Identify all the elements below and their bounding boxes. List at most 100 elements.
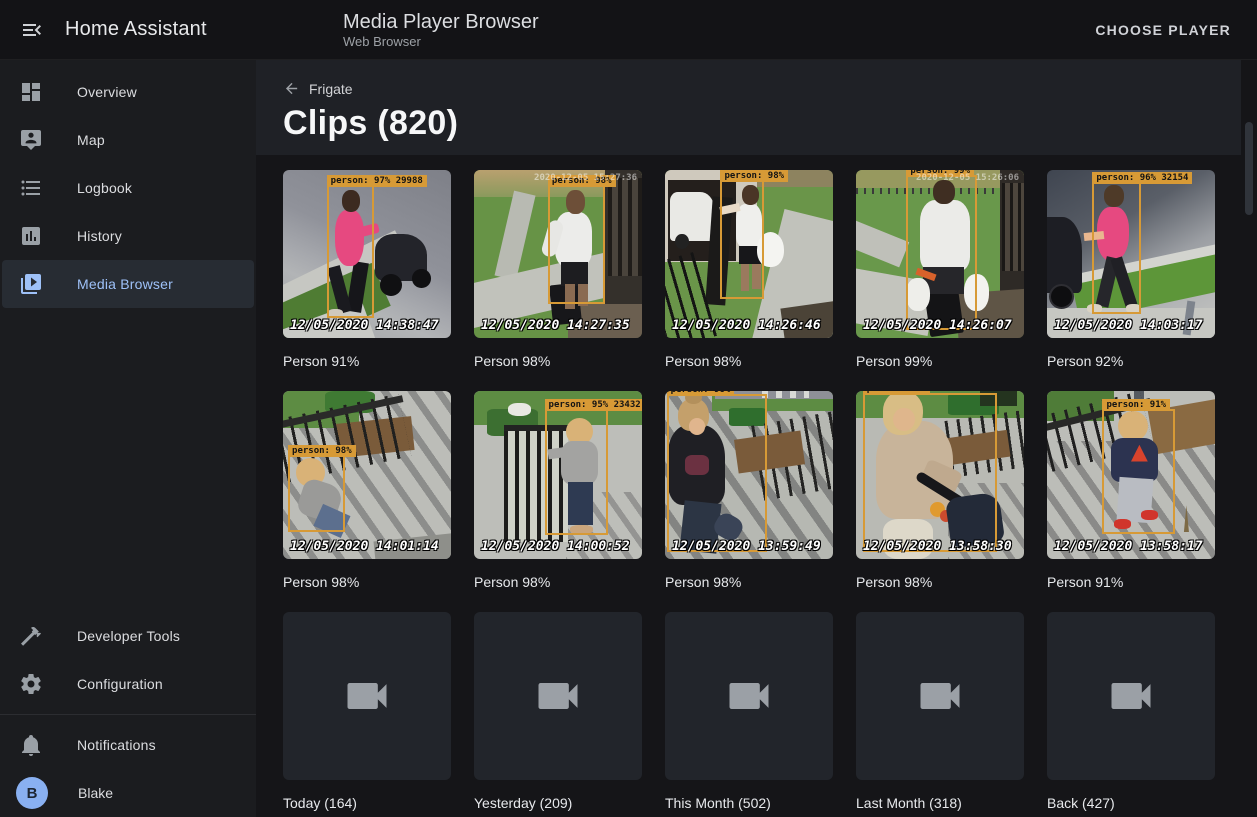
hammer-icon bbox=[19, 624, 43, 648]
detection-box: person: 99% bbox=[906, 175, 977, 330]
detection-label: person: 98% bbox=[720, 170, 788, 182]
folder-caption: Today (164) bbox=[283, 794, 451, 813]
scene-shape bbox=[380, 274, 402, 296]
media-browser-content: Frigate Clips (820) person: 97% 2998812/… bbox=[256, 60, 1257, 817]
scene-shape bbox=[762, 391, 809, 398]
clip-thumbnail[interactable]: person: 98%12/05/2020 13:58:30 bbox=[856, 391, 1024, 559]
clip-thumbnail[interactable]: person: 95% 23432 12/05/2020 14:00:52 bbox=[474, 391, 642, 559]
clip-thumbnail[interactable]: person: 99%2020-12-05 15:26:0612/05/2020… bbox=[856, 170, 1024, 338]
sidebar-item-media-browser[interactable]: Media Browser bbox=[2, 260, 254, 308]
clip-card[interactable]: person: 99%2020-12-05 15:26:0612/05/2020… bbox=[856, 170, 1024, 371]
sidebar-item-configuration[interactable]: Configuration bbox=[2, 660, 254, 708]
sidebar-item-label: Map bbox=[77, 132, 105, 148]
sidebar-item-label: Overview bbox=[77, 84, 137, 100]
detection-box: person: 97% 29988 bbox=[327, 185, 374, 318]
detection-label: person: 96% 32154 bbox=[1092, 172, 1192, 184]
detection-box: person: 95% 23432 bbox=[545, 409, 609, 535]
folder-card[interactable]: This Month (502) bbox=[665, 612, 833, 813]
clip-card[interactable]: person: 98%2020-12-05 15:27:3612/05/2020… bbox=[474, 170, 642, 371]
scrollbar-track[interactable] bbox=[1241, 60, 1257, 817]
clip-thumbnail[interactable]: person: 91%12/05/2020 13:58:17 bbox=[1047, 391, 1215, 559]
dashboard-icon bbox=[19, 80, 43, 104]
clip-timestamp: 12/05/2020 14:03:17 bbox=[1054, 318, 1203, 333]
media-grid: person: 97% 2998812/05/2020 14:38:47 Pers… bbox=[256, 155, 1257, 817]
scrollbar-thumb[interactable] bbox=[1245, 122, 1253, 215]
user-avatar: B bbox=[16, 777, 48, 809]
clip-card[interactable]: person: 96% 3215412/05/2020 14:03:17Pers… bbox=[1047, 170, 1215, 371]
clip-card[interactable]: person: 97% 2998812/05/2020 14:38:47 Pers… bbox=[283, 170, 451, 371]
sidebar-header: Home Assistant bbox=[0, 8, 256, 52]
detection-label: person: 98% bbox=[667, 391, 735, 396]
folder-card[interactable]: Today (164) bbox=[283, 612, 451, 813]
scene-shape bbox=[1047, 217, 1082, 293]
clip-caption: Person 98% bbox=[283, 573, 451, 592]
sidebar-item-notifications[interactable]: Notifications bbox=[2, 721, 254, 769]
media-browser-icon bbox=[19, 272, 43, 296]
clip-thumbnail[interactable]: person: 98%2020-12-05 15:27:3612/05/2020… bbox=[474, 170, 642, 338]
folder-thumbnail[interactable] bbox=[283, 612, 451, 780]
clip-caption: Person 98% bbox=[665, 352, 833, 371]
clip-card[interactable]: person: 98%12/05/2020 13:58:30Person 98% bbox=[856, 391, 1024, 592]
clip-card[interactable]: person: 98%12/05/2020 13:59:49Person 98% bbox=[665, 391, 833, 592]
clip-caption: Person 91% bbox=[283, 352, 451, 371]
clip-thumbnail[interactable]: person: 98%12/05/2020 13:59:49 bbox=[665, 391, 833, 559]
gear-icon bbox=[19, 672, 43, 696]
clip-timestamp: 12/05/2020 14:00:52 bbox=[481, 539, 630, 554]
folder-card[interactable]: Last Month (318) bbox=[856, 612, 1024, 813]
folder-card[interactable]: Back (427) bbox=[1047, 612, 1215, 813]
clip-thumbnail[interactable]: person: 97% 2998812/05/2020 14:38:47 bbox=[283, 170, 451, 338]
sidebar-item-logbook[interactable]: Logbook bbox=[2, 164, 254, 212]
sidebar-item-label: Logbook bbox=[77, 180, 132, 196]
folder-thumbnail[interactable] bbox=[665, 612, 833, 780]
sidebar-item-label: Notifications bbox=[77, 737, 156, 753]
folder-card[interactable]: Yesterday (209) bbox=[474, 612, 642, 813]
scene-shape bbox=[1002, 183, 1024, 270]
detection-label: person: 91% bbox=[1102, 399, 1170, 411]
sidebar-toggle-button[interactable] bbox=[10, 8, 54, 52]
clip-timestamp: 12/05/2020 14:26:07 bbox=[863, 318, 1012, 333]
scene-shape bbox=[856, 214, 909, 267]
arrow-left-icon bbox=[283, 80, 300, 97]
clip-thumbnail[interactable]: person: 98% 12/05/2020 14:26:46 bbox=[665, 170, 833, 338]
choose-player-button[interactable]: CHOOSE PLAYER bbox=[1087, 14, 1239, 46]
sidebar-item-map[interactable]: Map bbox=[2, 116, 254, 164]
detection-box: person: 98% bbox=[720, 180, 764, 299]
sidebar-spacer bbox=[0, 308, 256, 612]
map-person-icon bbox=[19, 128, 43, 152]
clip-timestamp: 12/05/2020 14:38:47 bbox=[290, 318, 439, 333]
breadcrumb-back[interactable]: Frigate bbox=[283, 80, 353, 97]
sidebar-item-user-profile[interactable]: B Blake bbox=[2, 769, 254, 817]
view-subtitle: Web Browser bbox=[343, 34, 539, 50]
sidebar-item-overview[interactable]: Overview bbox=[2, 68, 254, 116]
folder-thumbnail[interactable] bbox=[1047, 612, 1215, 780]
folder-caption: Back (427) bbox=[1047, 794, 1215, 813]
detection-label: person: 98% bbox=[863, 391, 931, 395]
sidebar-item-label: Media Browser bbox=[77, 276, 173, 292]
detection-box: person: 98% bbox=[548, 185, 605, 304]
video-camera-icon bbox=[914, 670, 966, 722]
clip-timestamp: 12/05/2020 14:26:46 bbox=[672, 318, 821, 333]
scene-shape bbox=[412, 269, 430, 287]
logbook-list-icon bbox=[19, 176, 43, 200]
content-header: Frigate Clips (820) bbox=[256, 60, 1257, 155]
sidebar-item-history[interactable]: History bbox=[2, 212, 254, 260]
detection-box: person: 91% bbox=[1102, 409, 1174, 533]
sidebar-item-developer-tools[interactable]: Developer Tools bbox=[2, 612, 254, 660]
video-camera-icon bbox=[341, 670, 393, 722]
scene-shape bbox=[495, 190, 536, 280]
folder-thumbnail[interactable] bbox=[856, 612, 1024, 780]
sidebar-divider bbox=[0, 714, 256, 715]
scene-shape bbox=[675, 234, 688, 249]
clip-card[interactable]: person: 95% 2343212/05/2020 14:00:52Pers… bbox=[474, 391, 642, 592]
sidebar-item-label: History bbox=[77, 228, 122, 244]
scene-shape bbox=[670, 192, 714, 241]
view-title-block: Media Player Browser Web Browser bbox=[343, 10, 539, 50]
clip-card[interactable]: person: 98% 12/05/2020 14:26:46 Person 98% bbox=[665, 170, 833, 371]
clip-thumbnail[interactable]: person: 96% 32154 12/05/2020 14:03:17 bbox=[1047, 170, 1215, 338]
clip-card[interactable]: person: 98%12/05/2020 14:01:14 Person 98% bbox=[283, 391, 451, 592]
clip-thumbnail[interactable]: person: 98%12/05/2020 14:01:14 bbox=[283, 391, 451, 559]
folder-thumbnail[interactable] bbox=[474, 612, 642, 780]
video-camera-icon bbox=[1105, 670, 1157, 722]
clip-card[interactable]: person: 91%12/05/2020 13:58:17Person 91% bbox=[1047, 391, 1215, 592]
sidebar-item-label: Configuration bbox=[77, 676, 163, 692]
